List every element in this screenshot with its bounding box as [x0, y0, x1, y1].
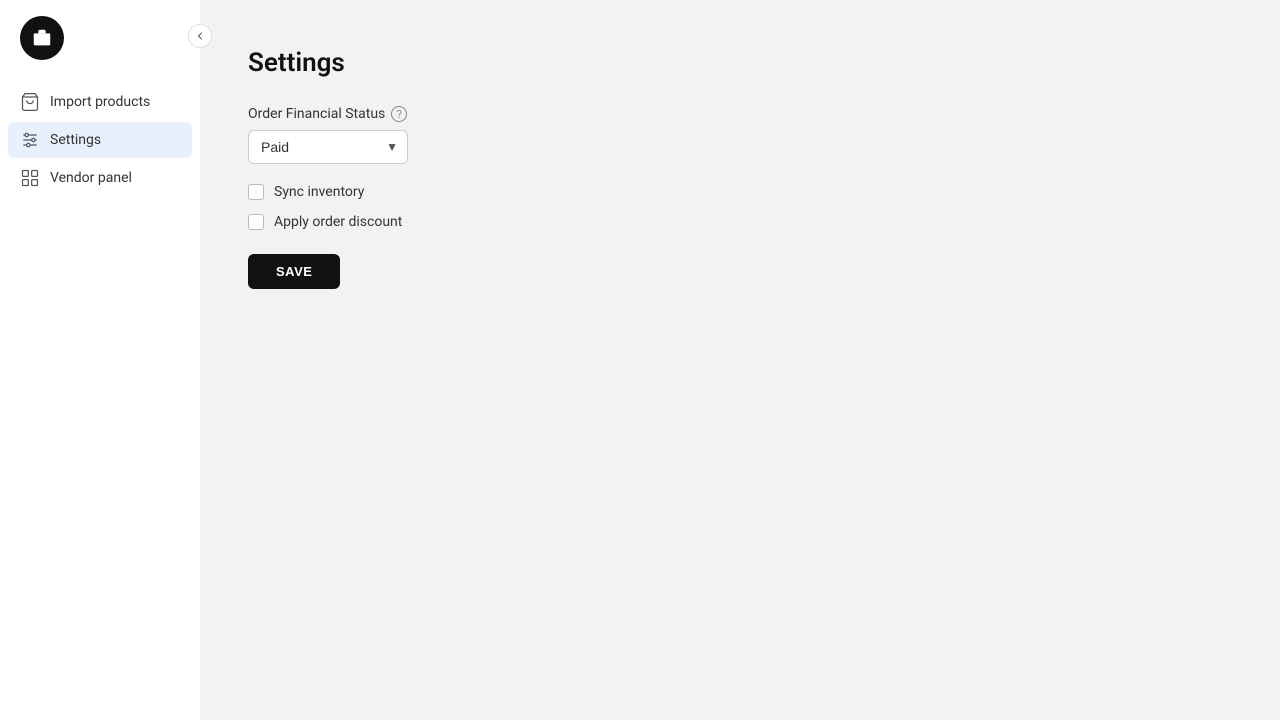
chevron-left-icon — [194, 30, 206, 42]
order-financial-status-select[interactable]: Paid Pending Authorized Partially paid R… — [248, 130, 408, 164]
sidebar-collapse-button[interactable] — [188, 24, 212, 48]
apply-order-discount-item: Apply order discount — [248, 214, 1232, 230]
grid-icon — [20, 168, 40, 188]
save-button[interactable]: SAVE — [248, 254, 340, 289]
checkbox-group: Sync inventory Apply order discount — [248, 184, 1232, 230]
main-content: Settings Order Financial Status ? Paid P… — [200, 0, 1280, 720]
sidebar-item-import-products[interactable]: Import products — [8, 84, 192, 120]
sidebar-item-label: Import products — [50, 94, 150, 110]
sync-inventory-item: Sync inventory — [248, 184, 1232, 200]
sliders-icon — [20, 130, 40, 150]
sync-inventory-checkbox[interactable] — [248, 184, 264, 200]
sidebar-item-label: Vendor panel — [50, 170, 132, 186]
sidebar-item-label: Settings — [50, 132, 101, 148]
logo-icon — [31, 27, 53, 49]
apply-order-discount-label[interactable]: Apply order discount — [274, 214, 402, 230]
shopping-bag-icon — [20, 92, 40, 112]
sidebar: Import products Settings Vendor panel — [0, 0, 200, 720]
sync-inventory-label[interactable]: Sync inventory — [274, 184, 364, 200]
apply-order-discount-checkbox[interactable] — [248, 214, 264, 230]
order-financial-status-select-wrapper: Paid Pending Authorized Partially paid R… — [248, 130, 408, 164]
sidebar-item-settings[interactable]: Settings — [8, 122, 192, 158]
sidebar-nav: Import products Settings Vendor panel — [0, 84, 200, 196]
help-icon[interactable]: ? — [391, 106, 407, 122]
sidebar-item-vendor-panel[interactable]: Vendor panel — [8, 160, 192, 196]
page-title: Settings — [248, 48, 1232, 78]
order-financial-status-label: Order Financial Status ? — [248, 106, 1232, 122]
app-logo — [20, 16, 64, 60]
